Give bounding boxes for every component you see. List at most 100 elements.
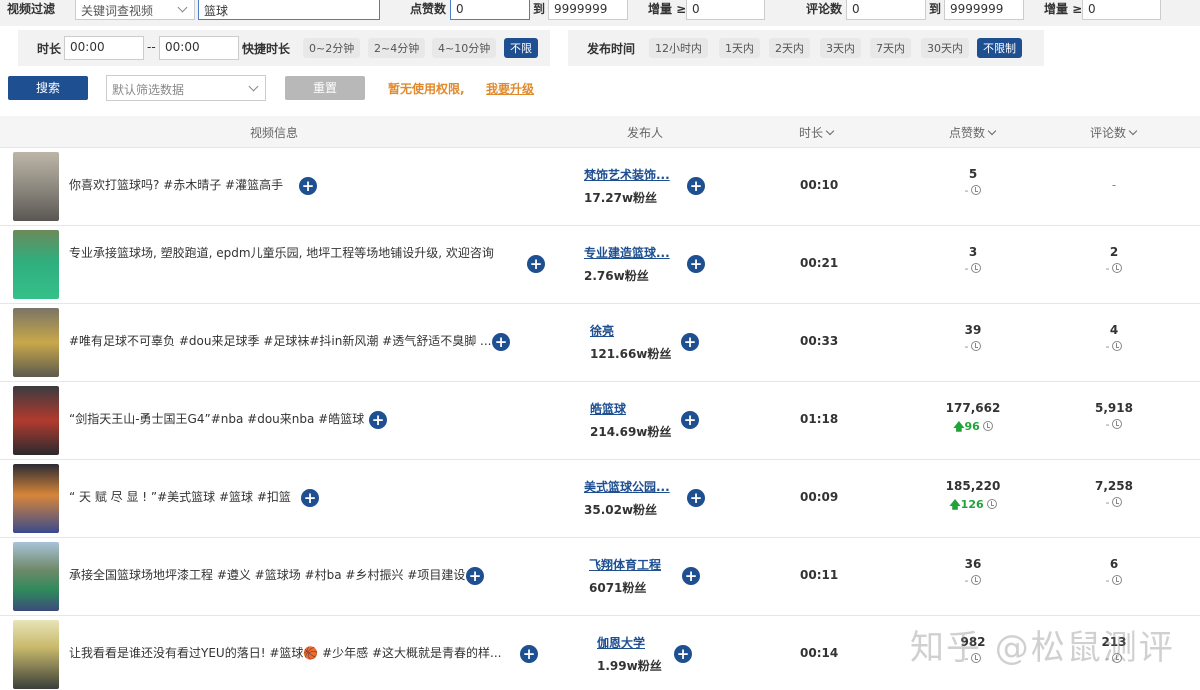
video-duration: 00:09 xyxy=(800,490,839,504)
video-title[interactable]: #唯有足球不可辜负 #dou来足球季 #足球袜#抖in新风潮 #透气舒适不臭脚 … xyxy=(69,330,491,352)
clock-icon[interactable] xyxy=(971,575,982,585)
comments-inc-input[interactable]: 0 xyxy=(1082,0,1161,20)
duration-to-input[interactable]: 00:00 xyxy=(159,36,239,60)
chip-time-30d[interactable]: 30天内 xyxy=(921,38,969,58)
clock-icon[interactable] xyxy=(971,263,982,273)
video-thumbnail[interactable] xyxy=(13,152,59,221)
publisher-link[interactable]: 徐亮 xyxy=(590,322,614,339)
clock-icon[interactable] xyxy=(1112,263,1123,273)
publisher-link[interactable]: 梵饰艺术装饰... xyxy=(584,166,670,183)
chip-time-3d[interactable]: 3天内 xyxy=(820,38,861,58)
video-filter-label: 视频过滤 xyxy=(7,2,56,16)
video-thumbnail[interactable] xyxy=(13,386,59,455)
table-row[interactable]: 你喜欢打篮球吗? #赤木晴子 #灌篮高手 + 梵饰艺术装饰... 17.27w粉… xyxy=(0,148,1200,226)
clock-icon[interactable] xyxy=(971,341,982,351)
add-icon[interactable]: + xyxy=(687,489,705,507)
comments-label: 评论数 xyxy=(806,2,843,16)
chip-time-12h[interactable]: 12小时内 xyxy=(649,38,708,58)
chip-duration-4-10[interactable]: 4~10分钟 xyxy=(432,38,497,58)
chevron-down-icon xyxy=(987,126,997,136)
likes-value: 185,220 xyxy=(945,479,1001,493)
chip-time-1d[interactable]: 1天内 xyxy=(719,38,760,58)
likes-value: 177,662 xyxy=(945,401,1001,415)
chip-time-7d[interactable]: 7天内 xyxy=(870,38,911,58)
comments-min-input[interactable]: 0 xyxy=(846,0,926,20)
filter-type-value: 关键词查视频 xyxy=(81,4,154,18)
add-icon[interactable]: + xyxy=(520,645,538,663)
publisher-link[interactable]: 美式篮球公园... xyxy=(584,478,670,495)
clock-icon[interactable] xyxy=(1112,497,1123,507)
add-icon[interactable]: + xyxy=(681,411,699,429)
add-icon[interactable]: + xyxy=(492,333,510,351)
clock-icon[interactable] xyxy=(986,499,997,509)
header-likes-sort[interactable]: 点赞数 xyxy=(949,124,997,141)
video-thumbnail[interactable] xyxy=(13,230,59,299)
comments-increase-value: - xyxy=(1105,262,1110,275)
video-title[interactable]: “剑指天王山-勇士国王G4”#nba #dou来nba #皓篮球 xyxy=(69,408,364,430)
clock-icon[interactable] xyxy=(1112,419,1123,429)
table-row[interactable]: “剑指天王山-勇士国王G4”#nba #dou来nba #皓篮球 + 皓篮球 2… xyxy=(0,382,1200,460)
header-comments-sort[interactable]: 评论数 xyxy=(1090,124,1138,141)
add-icon[interactable]: + xyxy=(681,333,699,351)
duration-from-input[interactable]: 00:00 xyxy=(64,36,144,60)
publisher-link[interactable]: 飞翔体育工程 xyxy=(589,556,661,573)
video-thumbnail[interactable] xyxy=(13,542,59,611)
keyword-input[interactable]: 篮球 xyxy=(198,0,380,20)
publisher-link[interactable]: 专业建造篮球... xyxy=(584,244,670,261)
clock-icon[interactable] xyxy=(971,185,982,195)
clock-icon[interactable] xyxy=(1112,341,1123,351)
publisher-link[interactable]: 皓篮球 xyxy=(590,400,626,417)
add-icon[interactable]: + xyxy=(299,177,317,195)
table-row[interactable]: #唯有足球不可辜负 #dou来足球季 #足球袜#抖in新风潮 #透气舒适不臭脚 … xyxy=(0,304,1200,382)
video-thumbnail[interactable] xyxy=(13,308,59,377)
table-row[interactable]: “ 天 赋 尽 显 ! ”#美式篮球 #篮球 #扣篮 + 美式篮球公园... 3… xyxy=(0,460,1200,538)
chip-time-2d[interactable]: 2天内 xyxy=(769,38,810,58)
reset-button[interactable]: 重置 xyxy=(285,76,365,100)
chip-duration-unlimited[interactable]: 不限 xyxy=(504,38,538,58)
arrow-up-icon: 🡅 xyxy=(953,420,965,433)
clock-icon[interactable] xyxy=(1112,575,1123,585)
table-row[interactable]: 承接全国篮球场地坪漆工程 #遵义 #篮球场 #村ba #乡村振兴 #项目建设 +… xyxy=(0,538,1200,616)
video-title[interactable]: “ 天 赋 尽 显 ! ”#美式篮球 #篮球 #扣篮 xyxy=(69,486,291,508)
likes-inc-input[interactable]: 0 xyxy=(686,0,765,20)
default-filter-select[interactable]: 默认筛选数据 xyxy=(106,75,266,101)
likes-max-input[interactable]: 9999999 xyxy=(548,0,628,20)
add-icon[interactable]: + xyxy=(466,567,484,585)
table-row[interactable]: 专业承接篮球场, 塑胶跑道, epdm儿童乐园, 地坪工程等场地铺设升级, 欢迎… xyxy=(0,226,1200,304)
chip-duration-2-4[interactable]: 2~4分钟 xyxy=(368,38,426,58)
video-title[interactable]: 专业承接篮球场, 塑胶跑道, epdm儿童乐园, 地坪工程等场地铺设升级, 欢迎… xyxy=(69,242,509,264)
video-title[interactable]: 你喜欢打篮球吗? #赤木晴子 #灌篮高手 xyxy=(69,174,283,196)
add-icon[interactable]: + xyxy=(687,255,705,273)
chip-time-unlimited[interactable]: 不限制 xyxy=(977,38,1022,58)
publisher-fans: 214.69w粉丝 xyxy=(590,425,672,439)
add-icon[interactable]: + xyxy=(369,411,387,429)
likes-inc-label: 增量 ≥ xyxy=(648,2,687,16)
publisher-link[interactable]: 伽恩大学 xyxy=(597,634,645,651)
likes-label: 点赞数 xyxy=(410,2,447,16)
likes-value: 36 xyxy=(964,557,982,571)
add-icon[interactable]: + xyxy=(687,177,705,195)
video-title[interactable]: 让我看看是谁还没有看过YEU的落日! #篮球🏀 #少年感 #这大概就是青春的样.… xyxy=(69,642,502,664)
clock-icon[interactable] xyxy=(982,421,993,431)
comments-value: 4 xyxy=(1109,323,1119,337)
comments-increase: - xyxy=(1074,340,1154,353)
add-icon[interactable]: + xyxy=(527,255,545,273)
add-icon[interactable]: + xyxy=(301,489,319,507)
video-title[interactable]: 承接全国篮球场地坪漆工程 #遵义 #篮球场 #村ba #乡村振兴 #项目建设 xyxy=(69,564,465,586)
chevron-down-icon xyxy=(825,126,835,136)
search-button[interactable]: 搜索 xyxy=(8,76,88,100)
likes-to-label: 到 xyxy=(533,2,546,16)
filter-type-select[interactable]: 关键词查视频 xyxy=(75,0,195,20)
comments-increase: - xyxy=(1074,418,1154,431)
upgrade-link[interactable]: 我要升级 xyxy=(486,80,534,97)
chip-duration-0-2[interactable]: 0~2分钟 xyxy=(303,38,361,58)
add-icon[interactable]: + xyxy=(674,645,692,663)
video-thumbnail[interactable] xyxy=(13,464,59,533)
table-header: 视频信息 发布人 时长 点赞数 评论数 xyxy=(0,116,1200,148)
header-duration-sort[interactable]: 时长 xyxy=(799,124,835,141)
likes-min-input[interactable]: 0 xyxy=(450,0,530,20)
video-thumbnail[interactable] xyxy=(13,620,59,689)
comments-max-input[interactable]: 9999999 xyxy=(944,0,1024,20)
likes-increase-value: - xyxy=(964,340,969,353)
add-icon[interactable]: + xyxy=(682,567,700,585)
